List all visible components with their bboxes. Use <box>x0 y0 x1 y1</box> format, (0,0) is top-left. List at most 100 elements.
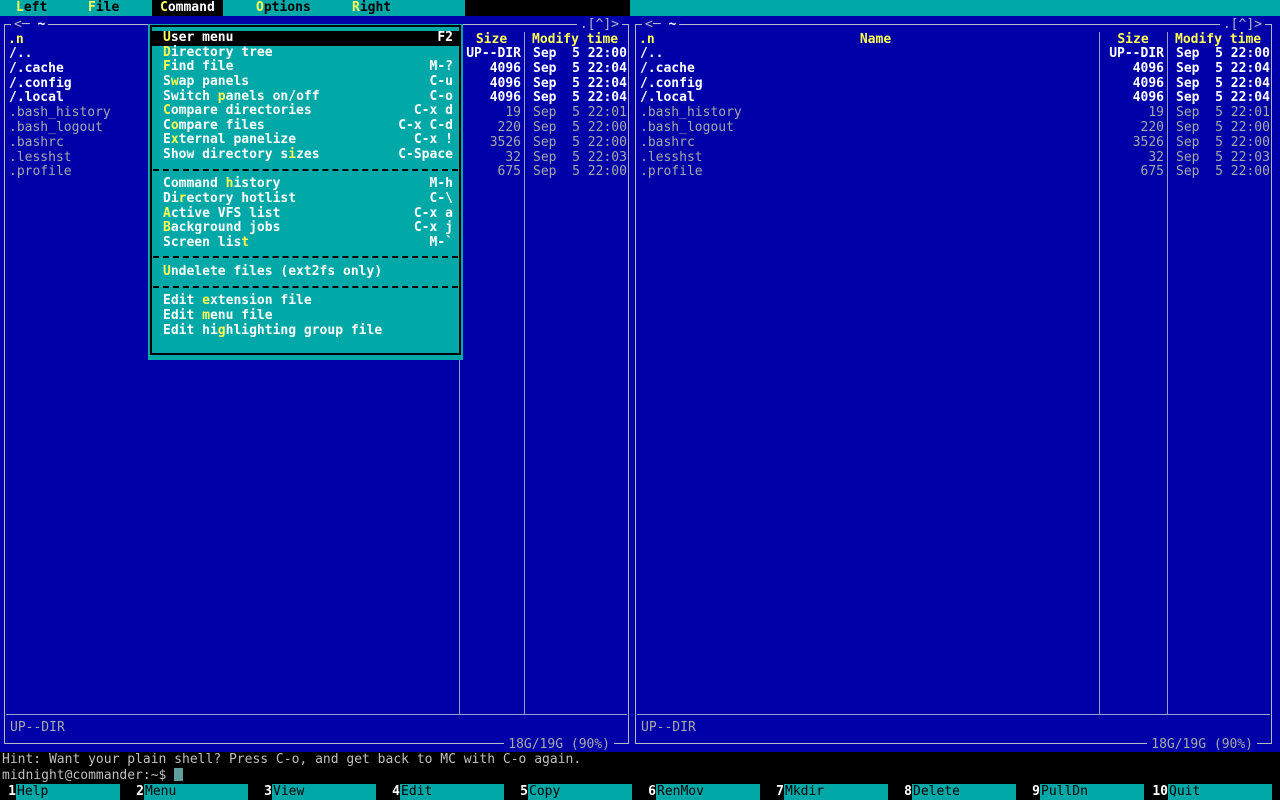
panel-history-buttons[interactable]: .[^]> <box>576 17 622 32</box>
file-mtime: Sep 5 22:00 <box>533 120 627 135</box>
fkey-label: View <box>272 784 376 800</box>
menu-item-find-file[interactable]: Find file M-? <box>152 60 459 75</box>
menu-item-screen-list[interactable]: Screen lis t M-` <box>152 234 459 251</box>
column-header-mtime[interactable]: Modify time <box>1175 32 1261 47</box>
menu-item-show-directory-sizes[interactable]: Show directory s i zes C-Space <box>152 147 459 163</box>
fkey-menu[interactable]: 2 Menu <box>128 784 256 800</box>
shell-prompt[interactable]: midnight@commander:~$ <box>2 768 1280 784</box>
file-mtime: Sep 5 22:00 <box>533 164 627 180</box>
label-hotkey: C <box>160 0 168 15</box>
label-post: irectory tree <box>170 44 273 60</box>
column-header-size[interactable]: Size <box>459 32 524 47</box>
fkey-label: PullDn <box>1040 784 1144 800</box>
label-hotkey: A <box>163 205 171 221</box>
file-row[interactable]: .lesshst 32 Sep 5 22:03 <box>637 149 1270 166</box>
menu-item-compare-directories[interactable]: Compare directories C-x d <box>152 103 459 119</box>
column-header-size[interactable]: Size <box>1099 32 1167 47</box>
fkey-view[interactable]: 3 View <box>256 784 384 800</box>
file-mtime: Sep 5 22:04 <box>1176 90 1270 106</box>
panel-path[interactable]: <─ ~ <box>642 17 680 32</box>
file-row[interactable]: .bashrc 3526 Sep 5 22:00 <box>637 134 1270 151</box>
file-name: .lesshst <box>640 150 703 165</box>
file-mtime: Sep 5 22:04 <box>1176 75 1270 91</box>
label-hotkey: p <box>217 88 226 104</box>
panel-history-buttons[interactable]: .[^]> <box>1219 17 1265 32</box>
file-size: 675 <box>1140 164 1164 180</box>
menubar-item-file[interactable]: File <box>80 0 127 16</box>
parent-dir-arrow-icon[interactable]: <─ <box>645 17 668 32</box>
label-hotkey: B <box>163 220 171 236</box>
label-post: mpare files <box>178 117 265 133</box>
file-mtime: Sep 5 22:00 <box>1176 120 1270 135</box>
current-path: ~ <box>668 17 677 32</box>
fkey-number: 2 <box>136 784 144 799</box>
file-size: UP--DIR <box>1109 46 1164 61</box>
menu-item-compare-files[interactable]: Co mpare files C-x C-d <box>152 117 459 134</box>
fkey-edit[interactable]: 4 Edit <box>384 784 512 800</box>
menu-item-background-jobs[interactable]: Background jobs C-x j <box>152 220 459 236</box>
file-row[interactable]: .profile 675 Sep 5 22:00 <box>637 165 1270 180</box>
fkey-mkdir[interactable]: 7 Mkdir <box>768 784 896 800</box>
menu-item-switch-panels-on-off[interactable]: Switch p anels on/off C-o <box>152 88 459 105</box>
fkey-help[interactable]: 1 Help <box>0 784 128 800</box>
menubar-item-options[interactable]: Options <box>248 0 319 16</box>
fkey-copy[interactable]: 5 Copy <box>512 784 640 800</box>
mini-status: UP--DIR <box>10 720 65 735</box>
fkey-label: Edit <box>400 784 504 800</box>
label-pre: S <box>163 73 171 89</box>
fkey-label: Copy <box>528 784 632 800</box>
menu-item-edit-menu-file[interactable]: Edit m enu file <box>152 308 459 324</box>
fkey-delete[interactable]: 8 Delete <box>896 784 1024 800</box>
parent-dir-arrow-icon[interactable]: <─ <box>14 17 37 32</box>
file-row[interactable]: /.. UP--DIR Sep 5 22:00 <box>637 46 1270 62</box>
column-header-name[interactable]: Name <box>656 32 1095 47</box>
menu-item-directory-hotlist[interactable]: Di r ectory hotlist C-\ <box>152 190 459 207</box>
command-menu-items: User menu F2 Directory tree Find file M-? Sw a… <box>152 30 459 339</box>
label-hotkey: t <box>241 234 250 250</box>
label-post: zes <box>296 147 320 162</box>
file-row[interactable]: /.local 4096 Sep 5 22:04 <box>637 91 1270 106</box>
file-row[interactable]: .bash_logout 220 Sep 5 22:00 <box>637 120 1270 136</box>
menu-item-command-history[interactable]: Command h istory M-h <box>152 177 459 192</box>
file-name: /.cache <box>640 61 695 76</box>
menu-item-active-vfs-list[interactable]: Active VFS list C-x a <box>152 205 459 222</box>
menubar-item-right[interactable]: Right <box>344 0 399 16</box>
file-row[interactable]: /.config 4096 Sep 5 22:04 <box>637 75 1270 92</box>
column-header-mtime[interactable]: Modify time <box>532 32 618 47</box>
menu-item-user-menu[interactable]: User menu F2 <box>152 30 459 46</box>
panel-path[interactable]: <─ ~ <box>11 17 49 32</box>
file-size: 32 <box>1148 149 1164 165</box>
menubar-item-command[interactable]: Command <box>152 0 223 16</box>
menu-item-external-panelize[interactable]: Ex ternal panelize C-x ! <box>152 133 459 148</box>
label-pre: E <box>163 132 171 148</box>
menu-item-shortcut: F2 <box>437 30 453 45</box>
fkey-number: 5 <box>520 784 528 799</box>
label-post: ternal panelize <box>178 132 297 148</box>
menu-item-shortcut: C-x d <box>413 103 453 119</box>
file-mtime: Sep 5 22:00 <box>1176 134 1270 150</box>
menu-item-shortcut: C-\ <box>429 190 453 206</box>
label-hotkey: L <box>16 0 24 15</box>
right-panel: <─ ~ .[^]> .n Name Size Modify time /.. UP--DIR… <box>635 17 1272 752</box>
mini-status: UP--DIR <box>641 720 696 735</box>
menubar-item-left[interactable]: Left <box>8 0 55 16</box>
file-row[interactable]: /.cache 4096 Sep 5 22:04 <box>637 61 1270 77</box>
menu-item-swap-panels[interactable]: Sw ap panels C-u <box>152 73 459 90</box>
file-row[interactable]: .bash_history 19 Sep 5 22:01 <box>637 105 1270 121</box>
fkey-renmov[interactable]: 6 RenMov <box>640 784 768 800</box>
fkey-quit[interactable]: 10 Quit <box>1152 784 1280 800</box>
label-post: ctive VFS list <box>170 205 281 221</box>
menu-item-undelete-files-ext2fs-only[interactable]: Undelete files (ext2fs only) <box>152 264 459 280</box>
current-path: ~ <box>37 17 46 32</box>
menu-item-directory-tree[interactable]: Directory tree <box>152 44 459 61</box>
label-hotkey: i <box>288 147 297 162</box>
menu-item-shortcut: C-x ! <box>413 132 453 148</box>
menu-item-edit-highlighting-group-file[interactable]: Edit hi g hlighting group file <box>152 323 459 339</box>
fkey-number: 1 <box>8 784 16 799</box>
fkey-number: 8 <box>904 784 912 799</box>
file-name: /.local <box>640 91 695 106</box>
label-hotkey: e <box>202 293 210 309</box>
label-pre: Screen lis <box>163 234 242 250</box>
menu-item-edit-extension-file[interactable]: Edit e xtension file <box>152 294 459 309</box>
fkey-pulldn[interactable]: 9 PullDn <box>1024 784 1152 800</box>
